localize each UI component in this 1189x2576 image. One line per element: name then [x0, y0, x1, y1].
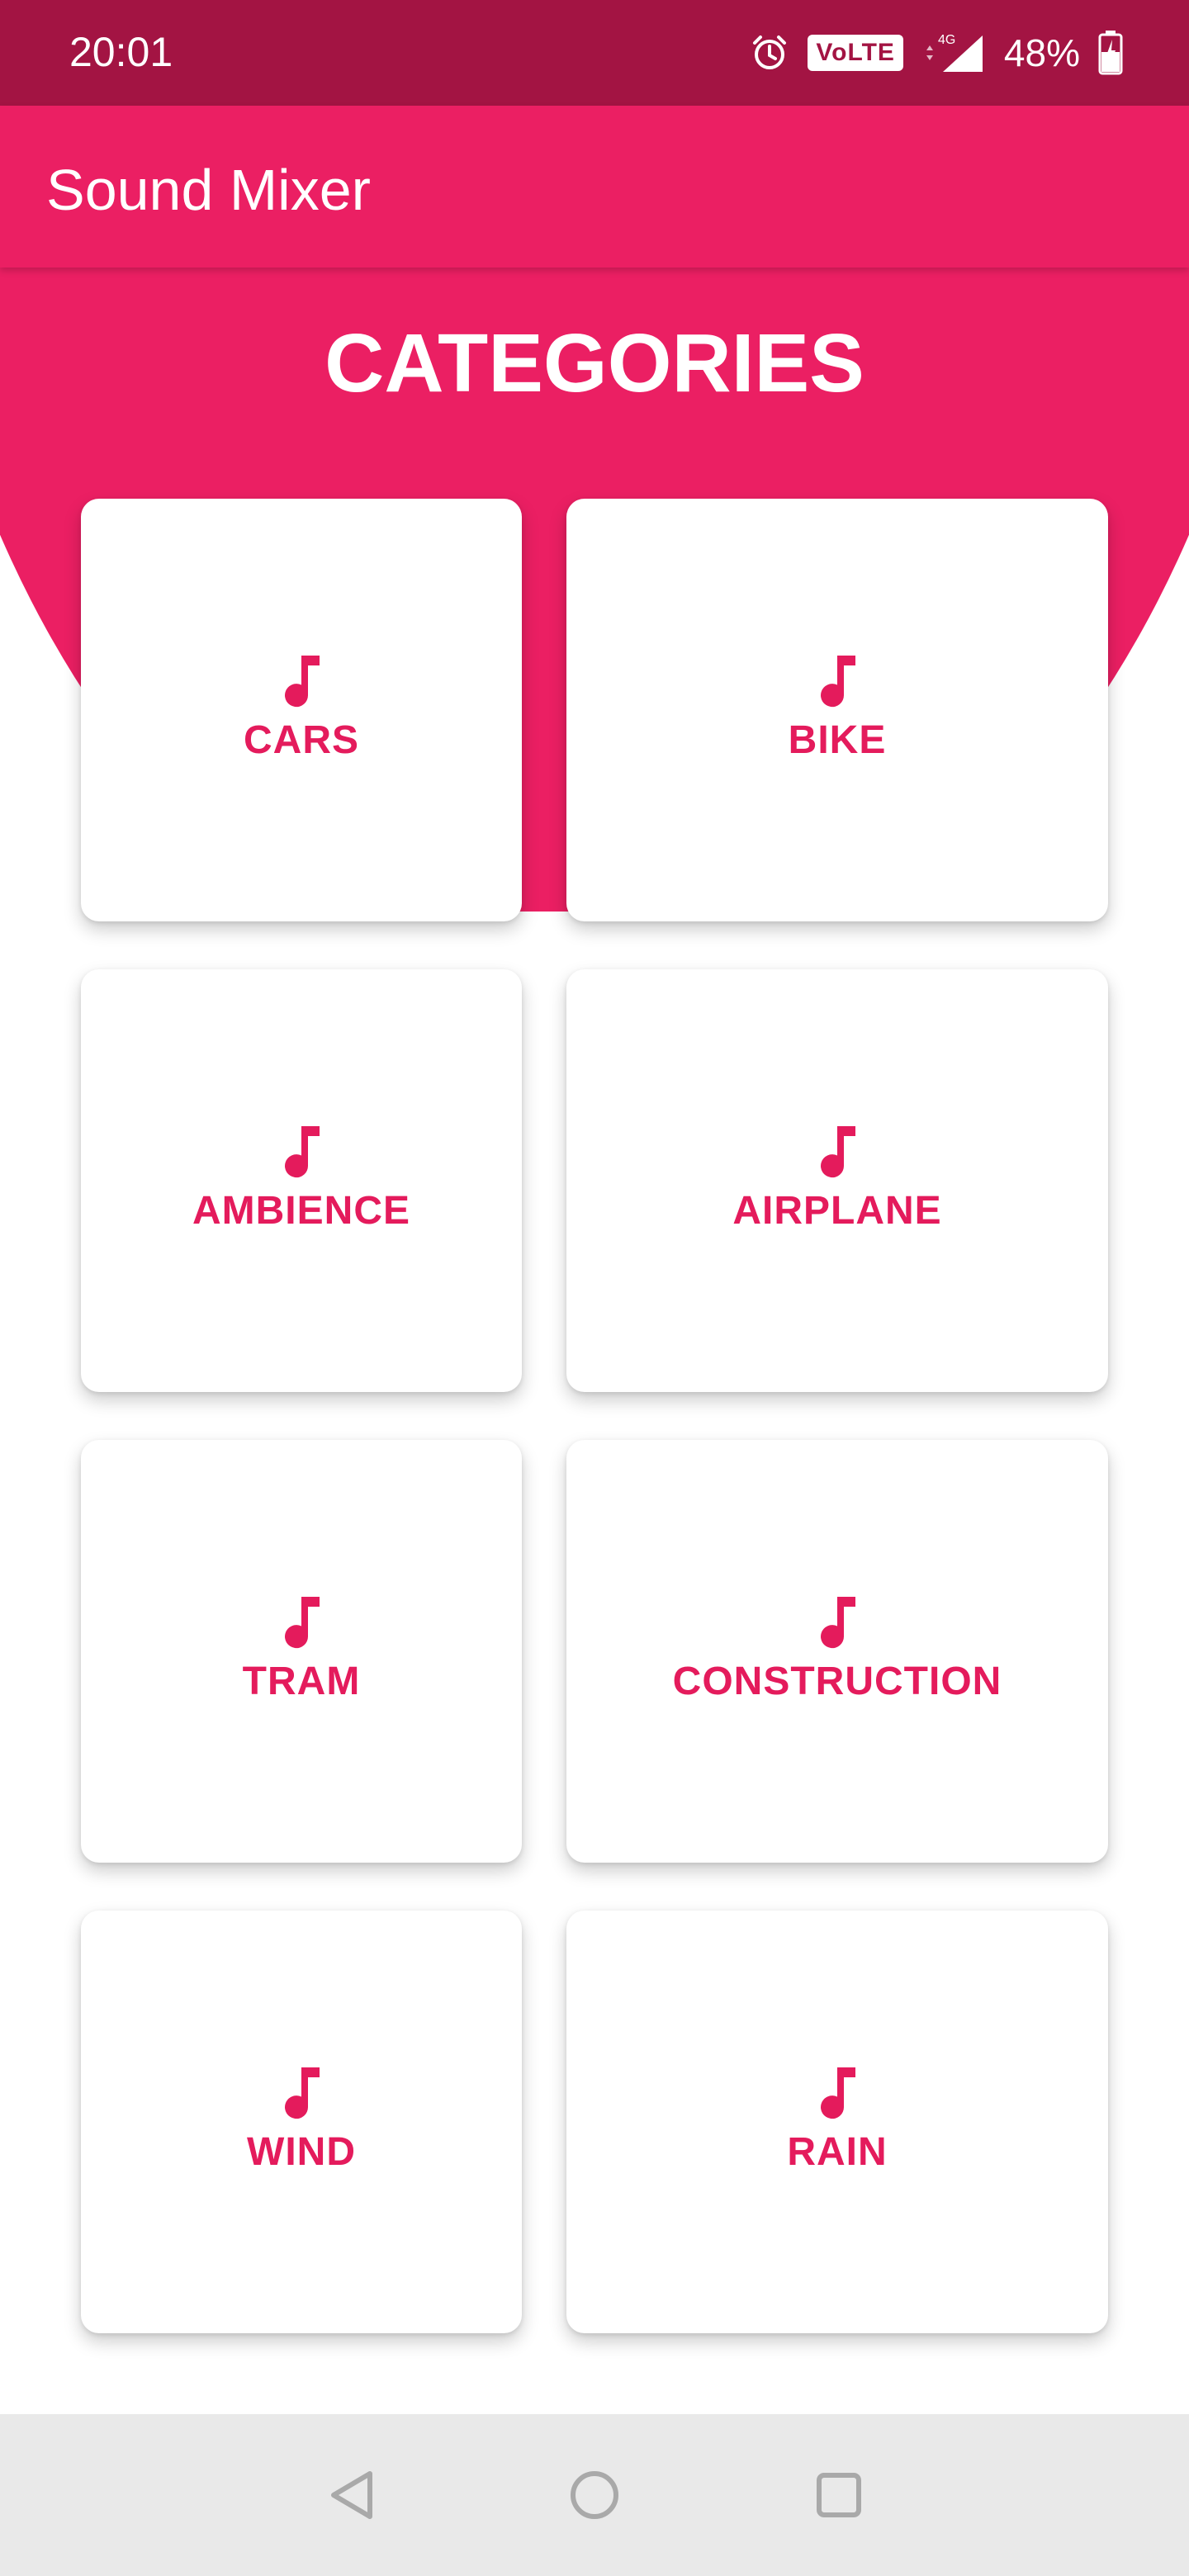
category-card-bike[interactable]: BIKE	[566, 499, 1108, 921]
music-note-icon	[285, 1597, 320, 1649]
home-icon[interactable]	[563, 2464, 626, 2526]
music-note-icon	[821, 2067, 855, 2119]
category-label: RAIN	[787, 2130, 888, 2174]
category-label: AMBIENCE	[192, 1189, 410, 1233]
category-grid: CARS BIKE AMBIENCE AIRPLANE TRAM CONSTRU…	[0, 0, 1189, 2361]
system-nav-bar	[0, 2414, 1189, 2576]
category-label: CARS	[243, 718, 359, 762]
music-note-icon	[285, 656, 320, 708]
category-label: CONSTRUCTION	[672, 1660, 1002, 1703]
category-card-ambience[interactable]: AMBIENCE	[81, 969, 522, 1392]
recents-icon[interactable]	[808, 2464, 870, 2526]
music-note-icon	[821, 656, 855, 708]
category-label: WIND	[247, 2130, 356, 2174]
music-note-icon	[285, 1126, 320, 1178]
music-note-icon	[821, 1126, 855, 1178]
music-note-icon	[285, 2067, 320, 2119]
category-card-rain[interactable]: RAIN	[566, 1911, 1108, 2333]
category-label: AIRPLANE	[732, 1189, 942, 1233]
category-card-cars[interactable]: CARS	[81, 499, 522, 921]
category-label: TRAM	[242, 1660, 361, 1703]
category-card-airplane[interactable]: AIRPLANE	[566, 969, 1108, 1392]
category-label: BIKE	[788, 718, 887, 762]
category-card-tram[interactable]: TRAM	[81, 1440, 522, 1863]
category-card-wind[interactable]: WIND	[81, 1911, 522, 2333]
music-note-icon	[821, 1597, 855, 1649]
back-icon[interactable]	[322, 2464, 385, 2526]
category-card-construction[interactable]: CONSTRUCTION	[566, 1440, 1108, 1863]
